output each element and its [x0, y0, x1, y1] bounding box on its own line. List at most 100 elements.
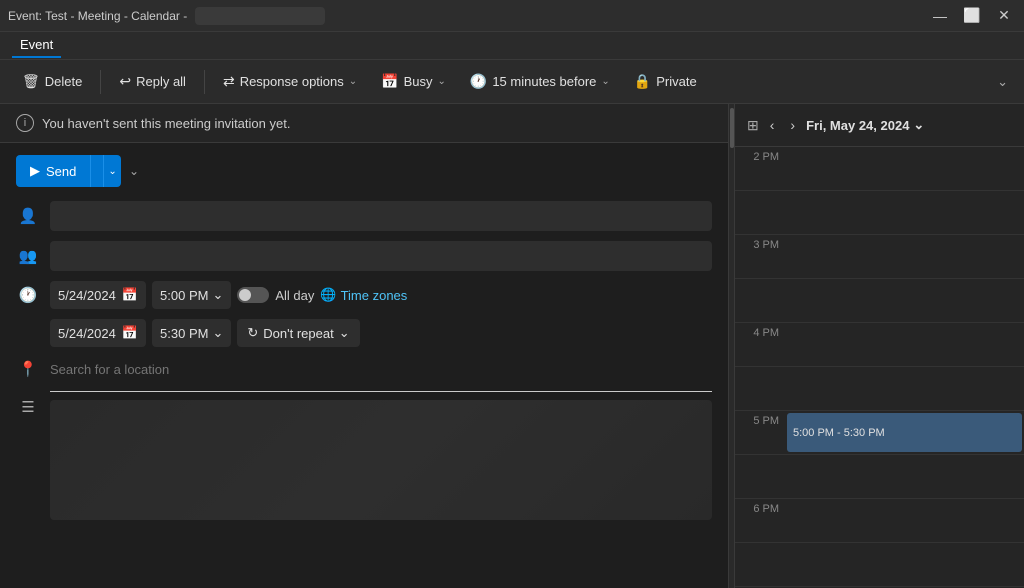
scrollbar-thumb: [730, 108, 734, 148]
start-date-value: 5/24/2024: [58, 288, 116, 303]
time-content: [785, 323, 1024, 366]
private-icon: 🔒: [634, 73, 651, 90]
send-dropdown-button[interactable]: ⌄: [125, 160, 143, 182]
main-area: i You haven't sent this meeting invitati…: [0, 104, 1024, 588]
time-slot-4pm: 4 PM: [735, 323, 1024, 367]
title-bar-left: Event: Test - Meeting - Calendar -: [8, 7, 325, 25]
calendar-icon: 📅: [122, 287, 138, 303]
title-controls: — ⬜ ✕: [928, 4, 1016, 28]
toolbar-expand-icon[interactable]: ⌄: [993, 70, 1012, 94]
maximize-button[interactable]: ⬜: [960, 4, 984, 28]
end-time-picker[interactable]: 5:30 PM ⌄: [152, 319, 231, 347]
time-slot-6pm-half: [735, 543, 1024, 587]
reminder-button[interactable]: 🕐 15 minutes before ⌄: [460, 68, 620, 95]
info-bar: i You haven't sent this meeting invitati…: [0, 104, 728, 143]
repeat-button[interactable]: ↻ Don't repeat ⌄: [237, 319, 359, 347]
time-content: [785, 367, 1024, 410]
time-label: 5 PM: [735, 411, 785, 427]
right-panel: ⊞ ‹ › Fri, May 24, 2024 ⌄ 2 PM 3 PM: [734, 104, 1024, 588]
end-time-chevron-icon: ⌄: [212, 325, 223, 341]
allday-toggle[interactable]: All day: [237, 287, 314, 303]
time-label: [735, 455, 785, 459]
clock-icon: 🕐: [16, 283, 40, 307]
time-content: [785, 455, 1024, 498]
repeat-chevron-icon: ⌄: [339, 325, 350, 341]
time-label: 4 PM: [735, 323, 785, 339]
end-calendar-icon: 📅: [122, 325, 138, 341]
title-text: Event: Test - Meeting - Calendar -: [8, 9, 187, 23]
time-slot-6pm: 6 PM: [735, 499, 1024, 543]
delete-icon: 🗑: [22, 73, 40, 90]
time-content: [785, 279, 1024, 322]
notes-area: [50, 391, 712, 520]
time-slot-2pm: 2 PM: [735, 147, 1024, 191]
send-icon: ▶: [30, 163, 40, 179]
time-label: [735, 367, 785, 371]
start-date-picker[interactable]: 5/24/2024 📅: [50, 281, 146, 309]
add-people-icon: 👥: [16, 244, 40, 268]
menu-item-event[interactable]: Event: [12, 33, 61, 58]
close-button[interactable]: ✕: [992, 4, 1016, 28]
time-slot-4pm-half: [735, 367, 1024, 411]
globe-icon: 🌐: [320, 287, 336, 303]
location-row: 📍: [16, 357, 712, 381]
delete-button[interactable]: 🗑 Delete: [12, 68, 92, 95]
menu-bar: Event: [0, 32, 1024, 60]
send-button-group: ▶ Send | ⌄: [16, 155, 121, 187]
time-label: [735, 191, 785, 195]
time-content: [785, 499, 1024, 542]
title-search-input[interactable]: [195, 7, 325, 25]
time-slot-5pm-half: [735, 455, 1024, 499]
repeat-icon: ↻: [247, 325, 258, 341]
notes-row: ☰: [16, 391, 712, 576]
start-time-chevron-icon: ⌄: [212, 287, 223, 303]
allday-label: All day: [275, 288, 314, 303]
response-icon: ⇄: [223, 73, 235, 90]
toolbar-separator-2: [204, 70, 205, 94]
response-options-button[interactable]: ⇄ Response options ⌄: [213, 68, 367, 95]
notes-icon: ☰: [16, 395, 40, 419]
time-label: 2 PM: [735, 147, 785, 163]
response-chevron-icon: ⌄: [349, 76, 357, 87]
calendar-prev-button[interactable]: ‹: [765, 114, 780, 136]
subject-input[interactable]: [50, 241, 712, 271]
time-label: [735, 279, 785, 283]
time-content: [785, 191, 1024, 234]
busy-button[interactable]: 📅 Busy ⌄: [371, 68, 456, 95]
minimize-button[interactable]: —: [928, 4, 952, 28]
reply-all-icon: ↩: [119, 73, 131, 90]
to-input[interactable]: [50, 201, 712, 231]
calendar-chevron-icon: ⌄: [913, 117, 924, 133]
reply-all-button[interactable]: ↩ Reply all: [109, 68, 196, 95]
send-button[interactable]: ▶ Send: [16, 155, 90, 187]
time-content: [785, 147, 1024, 190]
reminder-icon: 🕐: [470, 73, 487, 90]
reminder-chevron-icon: ⌄: [601, 76, 609, 87]
start-time-picker[interactable]: 5:00 PM ⌄: [152, 281, 231, 309]
calendar-grid-button[interactable]: ⊞: [747, 117, 759, 134]
calendar-date-title[interactable]: Fri, May 24, 2024 ⌄: [806, 117, 924, 133]
time-slot-5pm[interactable]: 5 PM 5:00 PM - 5:30 PM: [735, 411, 1024, 455]
send-pipe-sep: |: [90, 155, 103, 187]
calendar-next-button[interactable]: ›: [785, 114, 800, 136]
end-datetime: 5/24/2024 📅 5:30 PM ⌄ ↻ Don't repeat ⌄: [50, 319, 360, 347]
send-split-button[interactable]: ⌄: [103, 155, 121, 187]
left-panel: i You haven't sent this meeting invitati…: [0, 104, 728, 588]
time-content: 5:00 PM - 5:30 PM: [785, 411, 1024, 454]
notes-divider: [50, 391, 712, 392]
time-slot-3pm-half: [735, 279, 1024, 323]
time-slot-3pm: 3 PM: [735, 235, 1024, 279]
event-block[interactable]: 5:00 PM - 5:30 PM: [787, 413, 1022, 452]
notes-content[interactable]: [50, 400, 712, 520]
start-datetime: 5/24/2024 📅 5:00 PM ⌄ All day 🌐 Time zon…: [50, 281, 407, 309]
start-time-value: 5:00 PM: [160, 288, 208, 303]
form-area: ▶ Send | ⌄ ⌄ 👤 👥 🕐: [0, 143, 728, 588]
private-button[interactable]: 🔒 Private: [624, 68, 707, 95]
location-input[interactable]: [50, 358, 712, 381]
timezone-button[interactable]: 🌐 Time zones: [320, 287, 407, 303]
info-message: You haven't sent this meeting invitation…: [42, 116, 290, 131]
allday-toggle-circle[interactable]: [237, 287, 269, 303]
end-date-picker[interactable]: 5/24/2024 📅: [50, 319, 146, 347]
title-bar: Event: Test - Meeting - Calendar - — ⬜ ✕: [0, 0, 1024, 32]
location-icon: 📍: [16, 357, 40, 381]
